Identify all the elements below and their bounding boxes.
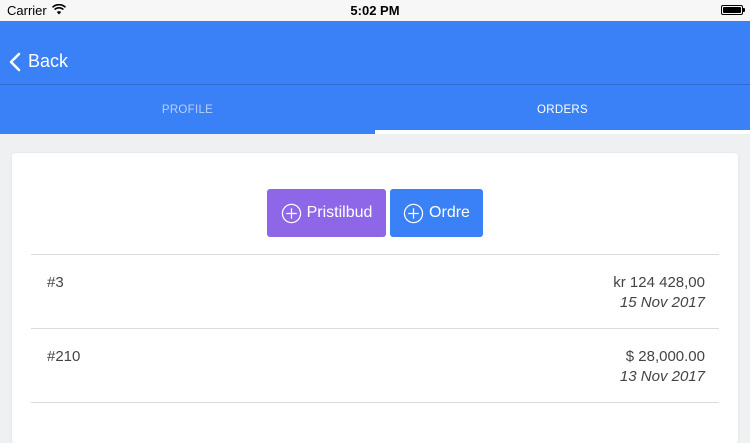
tab-orders-label: ORDERS — [536, 103, 588, 116]
plus-circle-icon — [403, 203, 424, 223]
add-quote-button[interactable]: Pristilbud — [267, 189, 386, 237]
battery-icon — [721, 5, 745, 15]
order-number: #210 — [47, 348, 81, 365]
orders-card: Pristilbud Ordre #3 kr 124 428,00 15 Nov… — [12, 153, 738, 443]
back-button[interactable]: Back — [8, 51, 68, 72]
chevron-left-icon — [9, 52, 21, 71]
order-amount: kr 124 428,00 — [613, 274, 705, 291]
active-tab-indicator — [375, 130, 750, 134]
navigation-bar: Back — [0, 21, 750, 85]
order-number: #3 — [47, 274, 64, 291]
plus-circle-icon — [281, 203, 301, 223]
back-label: Back — [28, 51, 69, 71]
divider — [31, 402, 719, 403]
add-quote-label: Pristilbud — [306, 204, 373, 221]
order-amount: $ 28,000.00 — [625, 348, 705, 365]
tab-profile-label: PROFILE — [161, 103, 214, 116]
order-date: 13 Nov 2017 — [619, 368, 705, 385]
tab-orders[interactable]: ORDERS — [375, 85, 750, 134]
order-date: 15 Nov 2017 — [619, 294, 705, 311]
tab-bar: PROFILE ORDERS — [0, 85, 750, 134]
order-row[interactable]: #210 $ 28,000.00 13 Nov 2017 — [31, 329, 719, 403]
add-order-button[interactable]: Ordre — [390, 189, 483, 237]
tab-profile[interactable]: PROFILE — [0, 85, 375, 134]
order-row[interactable]: #3 kr 124 428,00 15 Nov 2017 — [31, 255, 719, 329]
add-order-label: Ordre — [429, 204, 470, 221]
status-bar: Carrier 5:02 PM — [0, 0, 750, 21]
status-time: 5:02 PM — [350, 3, 400, 18]
